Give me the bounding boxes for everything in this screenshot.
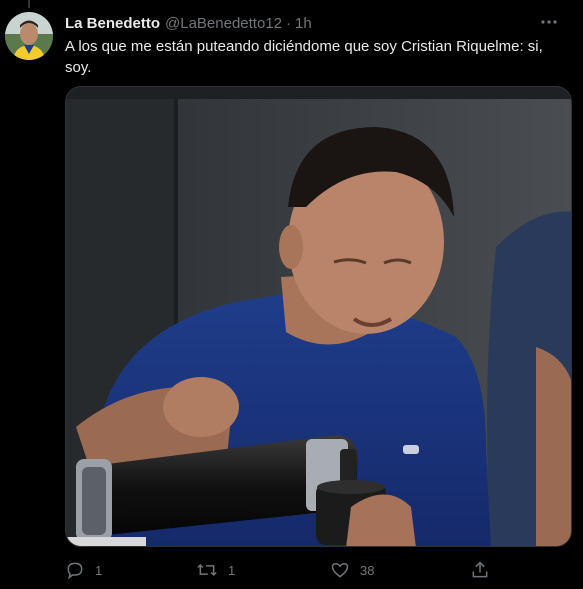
avatar-photo-icon [5, 12, 53, 60]
reply-count: 1 [95, 562, 103, 578]
thread-connector-line [28, 0, 30, 8]
reply-bubble-icon [67, 562, 83, 580]
author-avatar[interactable] [5, 12, 53, 60]
header-separator: · [286, 14, 292, 32]
like-button[interactable]: 38 [330, 559, 374, 581]
retweet-count: 1 [228, 562, 236, 578]
photo-man-pouring-mate-icon [66, 87, 571, 546]
share-upload-icon [472, 561, 488, 578]
author-handle[interactable]: @LaBenedetto12 [165, 15, 282, 32]
heart-icon [331, 562, 349, 578]
share-button[interactable] [470, 559, 490, 581]
tweet-timestamp[interactable]: 1h [295, 15, 312, 32]
tweet-text: A los que me están puteando diciéndome q… [65, 38, 543, 76]
retweet-arrows-icon [197, 563, 217, 577]
tweet-media-photo[interactable] [65, 86, 572, 547]
more-options-button[interactable] [537, 12, 561, 32]
retweet-button[interactable]: 1 [196, 559, 235, 581]
like-count: 38 [360, 562, 375, 578]
author-name[interactable]: La Benedetto [65, 15, 160, 32]
tweet-actions-bar: 1 1 38 [65, 559, 505, 581]
more-dots-icon [541, 20, 557, 24]
reply-button[interactable]: 1 [65, 559, 102, 581]
tweet-header: La Benedetto @LaBenedetto12 · 1h [65, 13, 543, 33]
